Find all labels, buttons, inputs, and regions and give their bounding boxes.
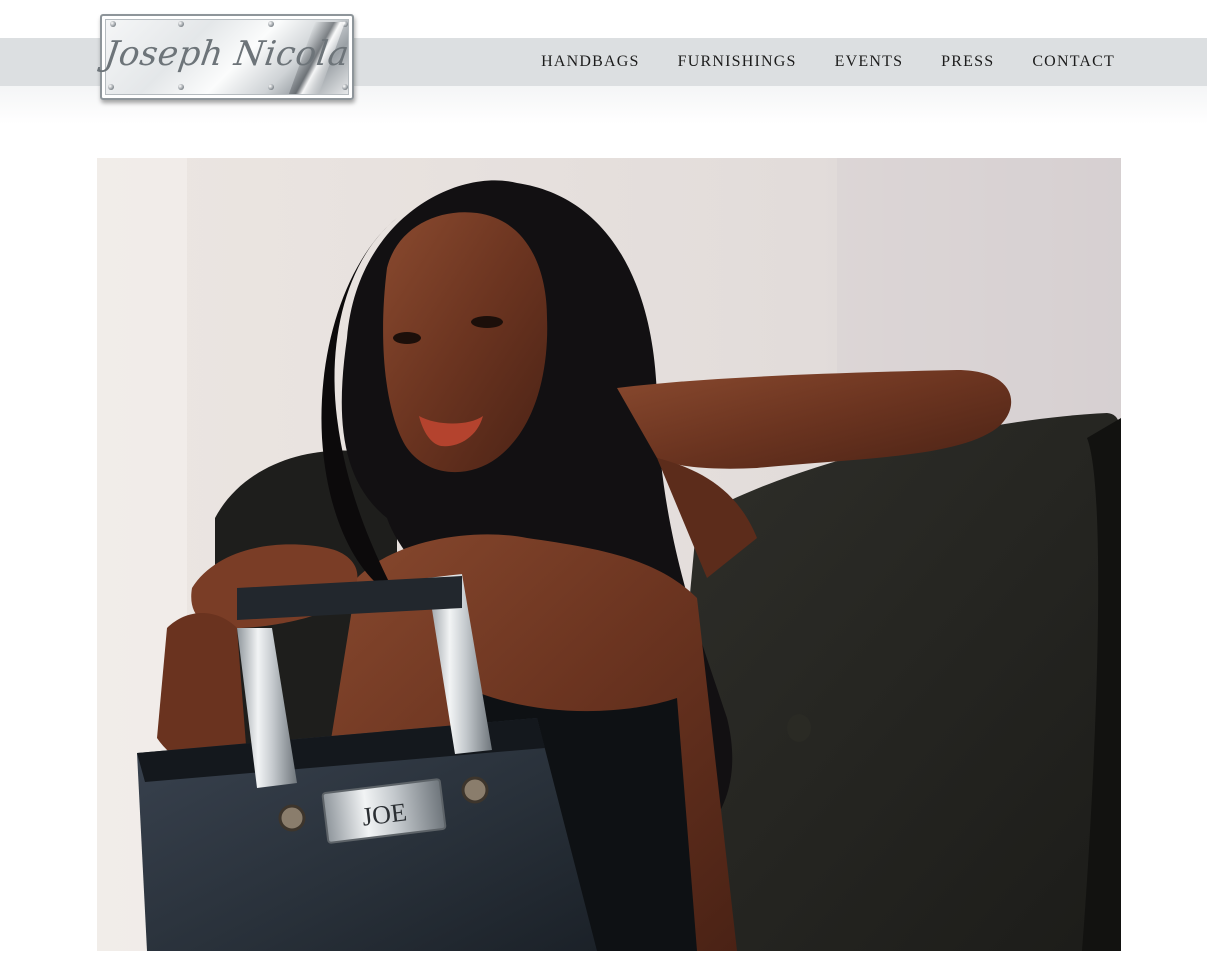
logo-text: Joseph Nicola — [102, 34, 352, 74]
rivet-icon — [268, 84, 274, 90]
hero-photo-illustration: JOE — [97, 158, 1121, 951]
rivet-icon — [342, 84, 348, 90]
nav-item-contact[interactable]: CONTACT — [1032, 53, 1115, 71]
brand-logo[interactable]: Joseph Nicola — [100, 14, 354, 100]
nav-item-furnishings[interactable]: FURNISHINGS — [678, 53, 797, 71]
rivet-icon — [108, 84, 114, 90]
rivet-icon — [178, 21, 184, 27]
rivet-icon — [110, 21, 116, 27]
rivet-icon — [178, 84, 184, 90]
nav-item-events[interactable]: EVENTS — [835, 53, 904, 71]
nav-item-press[interactable]: PRESS — [941, 53, 994, 71]
hero-image: JOE — [97, 158, 1121, 951]
bag-plate-text: JOE — [360, 797, 408, 831]
main-nav: HANDBAGS FURNISHINGS EVENTS PRESS CONTAC… — [541, 38, 1115, 86]
nav-item-handbags[interactable]: HANDBAGS — [541, 53, 640, 71]
rivet-icon — [268, 21, 274, 27]
